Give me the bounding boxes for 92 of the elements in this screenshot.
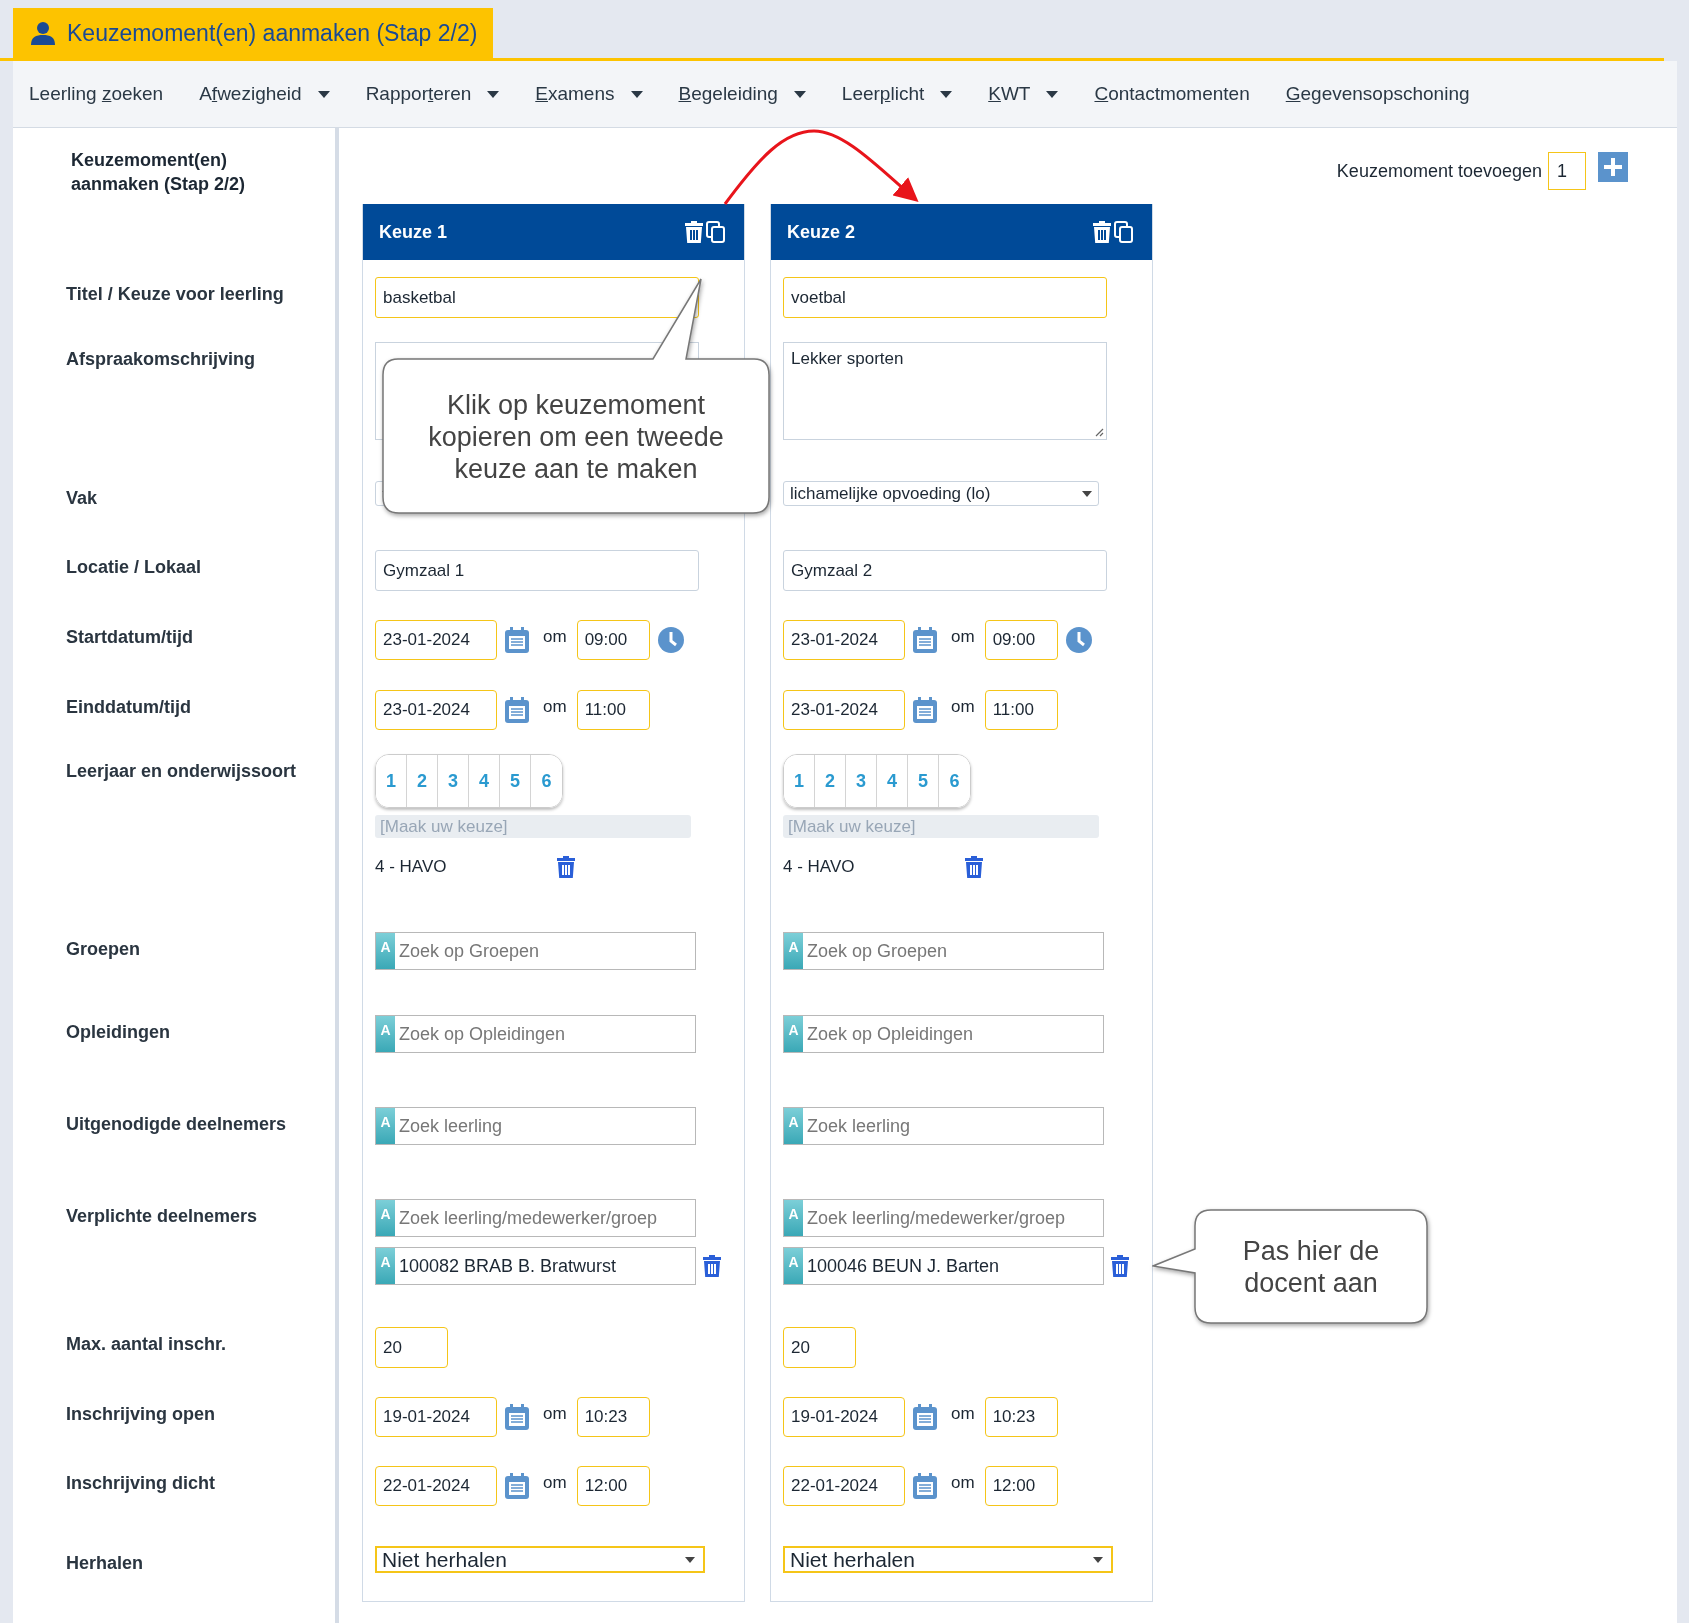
copy-icon[interactable] bbox=[1114, 221, 1134, 243]
menu-item[interactable]: Afwezigheid bbox=[199, 83, 330, 105]
plus-icon bbox=[1604, 158, 1622, 176]
calendar-icon[interactable] bbox=[913, 1473, 937, 1499]
add-button[interactable] bbox=[1598, 152, 1628, 182]
dropdown[interactable]: Niet herhalen bbox=[375, 1546, 705, 1573]
caret-icon bbox=[1093, 1556, 1103, 1563]
calendar-icon[interactable] bbox=[913, 697, 937, 723]
sidebar-title: Keuzemoment(en) aanmaken (Stap 2/2) bbox=[71, 149, 247, 196]
calendar-icon[interactable] bbox=[505, 1473, 529, 1499]
copy-icon[interactable] bbox=[706, 221, 726, 243]
date-field[interactable]: 23-01-2024 bbox=[783, 690, 905, 730]
menu-item[interactable]: Begeleiding bbox=[678, 83, 806, 105]
clock-icon[interactable] bbox=[657, 627, 684, 653]
menu-item[interactable]: KWT bbox=[988, 83, 1059, 105]
field-label: Afspraakomschrijving bbox=[66, 349, 256, 369]
menu-item[interactable]: Leerling zoeken bbox=[29, 83, 164, 105]
caret-icon bbox=[1082, 490, 1092, 497]
count-field[interactable]: 1 bbox=[1548, 152, 1586, 190]
field-label: Leerjaar en onderwijssoort bbox=[66, 761, 297, 781]
om-label: om bbox=[543, 627, 567, 647]
add-label: Keuzemoment toevoegen bbox=[1336, 160, 1542, 182]
menu-item[interactable]: Rapporteren bbox=[365, 83, 500, 105]
calendar-icon[interactable] bbox=[505, 627, 529, 653]
trash-icon[interactable] bbox=[684, 221, 704, 243]
text-field[interactable]: voetbal bbox=[783, 277, 1107, 318]
time-field[interactable]: 10:23 bbox=[984, 1397, 1058, 1437]
trash-icon[interactable] bbox=[702, 1255, 722, 1277]
date-field[interactable]: 19-01-2024 bbox=[375, 1397, 497, 1437]
field-label: Startdatum/tijd bbox=[66, 627, 193, 647]
om-label: om bbox=[951, 697, 975, 717]
field-label: Max. aantal inschr. bbox=[66, 1334, 227, 1354]
panel-header: Keuze 1 bbox=[363, 204, 744, 260]
field-label: Einddatum/tijd bbox=[66, 697, 191, 717]
caret-icon bbox=[685, 1556, 695, 1563]
om-label: om bbox=[951, 627, 975, 647]
date-field[interactable]: 22-01-2024 bbox=[783, 1466, 905, 1506]
time-field[interactable]: 11:00 bbox=[576, 690, 650, 730]
field-label: Titel / Keuze voor leerling bbox=[66, 284, 284, 304]
menu-item[interactable]: Gegevensopschoning bbox=[1285, 83, 1470, 105]
time-field[interactable]: 09:00 bbox=[984, 620, 1058, 660]
resize-handle-icon[interactable] bbox=[1094, 427, 1104, 437]
text-field[interactable]: basketbal bbox=[375, 277, 699, 318]
clock-icon[interactable] bbox=[1065, 627, 1092, 653]
field-label: Herhalen bbox=[66, 1553, 144, 1573]
page-tab[interactable]: Keuzemoment(en) aanmaken (Stap 2/2) bbox=[13, 8, 494, 58]
dropdown[interactable]: Niet herhalen bbox=[783, 1546, 1113, 1573]
dropdown[interactable]: lichamelijke opvoeding (lo) bbox=[783, 481, 1099, 506]
field-label: Opleidingen bbox=[66, 1022, 170, 1042]
date-field[interactable]: 23-01-2024 bbox=[375, 690, 497, 730]
menu-item[interactable]: Examens bbox=[535, 83, 643, 105]
field-label: Verplichte deelnemers bbox=[66, 1206, 258, 1226]
number-field[interactable]: 20 bbox=[375, 1327, 448, 1368]
text-field[interactable]: Gymzaal 2 bbox=[783, 550, 1107, 591]
time-field[interactable]: 12:00 bbox=[576, 1466, 650, 1506]
panel-header: Keuze 2 bbox=[771, 204, 1152, 260]
time-field[interactable]: 09:00 bbox=[576, 620, 650, 660]
date-field[interactable]: 23-01-2024 bbox=[783, 620, 905, 660]
om-label: om bbox=[543, 1404, 567, 1424]
field-label: Inschrijving open bbox=[66, 1404, 216, 1424]
field-label: Uitgenodigde deelnemers bbox=[66, 1114, 287, 1134]
om-label: om bbox=[951, 1404, 975, 1424]
calendar-icon[interactable] bbox=[913, 1404, 937, 1430]
trash-icon[interactable] bbox=[964, 856, 984, 878]
time-field[interactable]: 11:00 bbox=[984, 690, 1058, 730]
field-label: Vak bbox=[66, 488, 98, 508]
date-field[interactable]: 23-01-2024 bbox=[375, 620, 497, 660]
om-label: om bbox=[543, 697, 567, 717]
om-label: om bbox=[543, 1473, 567, 1493]
field-label: Locatie / Lokaal bbox=[66, 557, 202, 577]
number-field[interactable]: 20 bbox=[783, 1327, 856, 1368]
trash-icon[interactable] bbox=[1092, 221, 1112, 243]
text-area[interactable]: Lekker sporten bbox=[783, 342, 1107, 440]
trash-icon[interactable] bbox=[556, 856, 576, 878]
om-label: om bbox=[951, 1473, 975, 1493]
menu-item[interactable]: Leerplicht bbox=[841, 83, 953, 105]
selected-item: 4 - HAVO bbox=[375, 857, 448, 877]
hint-tooltip: Pas hier de docent aan bbox=[1152, 1209, 1428, 1324]
selected-item: 4 - HAVO bbox=[783, 857, 856, 877]
field-label: Inschrijving dicht bbox=[66, 1473, 216, 1493]
menu-item[interactable]: Contactmomenten bbox=[1094, 83, 1250, 105]
field-label: Groepen bbox=[66, 939, 140, 959]
trash-icon[interactable] bbox=[1110, 1255, 1130, 1277]
date-field[interactable]: 22-01-2024 bbox=[375, 1466, 497, 1506]
time-field[interactable]: 12:00 bbox=[984, 1466, 1058, 1506]
calendar-icon[interactable] bbox=[913, 627, 937, 653]
date-field[interactable]: 19-01-2024 bbox=[783, 1397, 905, 1437]
calendar-icon[interactable] bbox=[505, 697, 529, 723]
text-field[interactable]: Gymzaal 1 bbox=[375, 550, 699, 591]
calendar-icon[interactable] bbox=[505, 1404, 529, 1430]
time-field[interactable]: 10:23 bbox=[576, 1397, 650, 1437]
user-icon bbox=[31, 21, 55, 45]
